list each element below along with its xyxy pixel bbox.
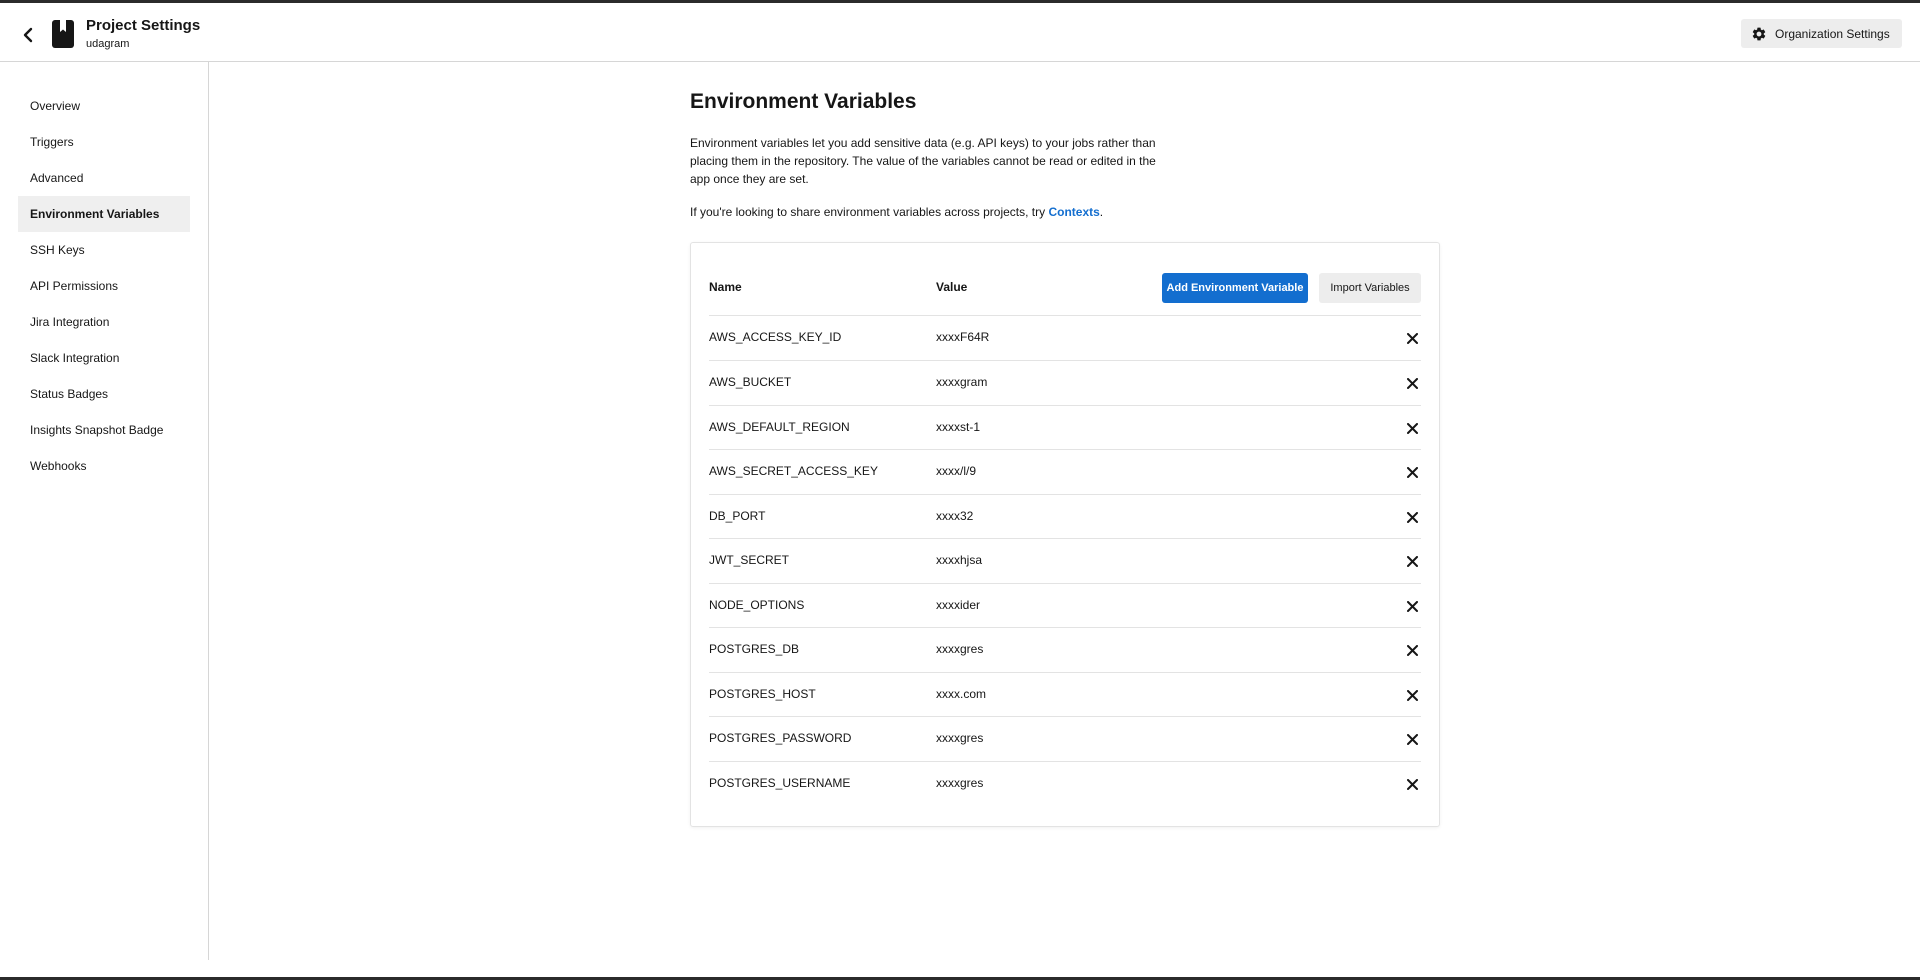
table-row: POSTGRES_HOST xxxx.com — [709, 672, 1421, 717]
chevron-left-icon — [23, 27, 33, 43]
variable-name: POSTGRES_PASSWORD — [709, 731, 852, 745]
variable-value: xxxxF64R — [936, 330, 990, 344]
variable-name: AWS_ACCESS_KEY_ID — [709, 330, 842, 344]
delete-variable-button[interactable] — [1404, 776, 1420, 792]
gear-icon — [1752, 27, 1766, 40]
table-row: AWS_ACCESS_KEY_ID xxxxF64R — [709, 315, 1421, 360]
variable-value: xxxxgres — [936, 642, 984, 656]
delete-variable-button[interactable] — [1404, 642, 1420, 658]
sidebar-item-jira-integration[interactable]: Jira Integration — [18, 304, 190, 340]
variable-name: POSTGRES_HOST — [709, 687, 816, 701]
env-vars-card: Name Value Add Environment Variable Impo… — [690, 242, 1440, 827]
page-title: Project Settings — [86, 17, 201, 34]
variable-value: xxxxhjsa — [936, 553, 983, 567]
variable-value: xxxxider — [936, 598, 981, 612]
sidebar-item-overview[interactable]: Overview — [18, 88, 190, 124]
variable-name: DB_PORT — [709, 509, 766, 523]
variable-name: POSTGRES_DB — [709, 642, 800, 656]
section-description: Environment variables let you add sensit… — [690, 136, 1156, 186]
sidebar-item-api-permissions[interactable]: API Permissions — [18, 268, 190, 304]
variable-name: JWT_SECRET — [709, 553, 790, 567]
close-icon — [1406, 644, 1418, 656]
sidebar-item-webhooks[interactable]: Webhooks — [18, 448, 190, 484]
contexts-link[interactable]: Contexts — [1048, 205, 1099, 219]
variable-name: AWS_BUCKET — [709, 375, 792, 389]
delete-variable-button[interactable] — [1404, 553, 1420, 569]
sidebar-item-triggers[interactable]: Triggers — [18, 124, 190, 160]
table-row: AWS_DEFAULT_REGION xxxxst-1 — [709, 405, 1421, 450]
variable-value: xxxxst-1 — [936, 420, 981, 434]
variable-value: xxxxgram — [936, 375, 988, 389]
table-row: NODE_OPTIONS xxxxider — [709, 583, 1421, 628]
close-icon — [1406, 733, 1418, 745]
delete-variable-button[interactable] — [1404, 509, 1420, 525]
delete-variable-button[interactable] — [1404, 330, 1420, 346]
delete-variable-button[interactable] — [1404, 464, 1420, 480]
close-icon — [1406, 422, 1418, 434]
organization-settings-button[interactable]: Organization Settings — [1741, 19, 1902, 48]
variable-name: NODE_OPTIONS — [709, 598, 805, 612]
delete-variable-button[interactable] — [1404, 420, 1420, 436]
variable-value: xxxx/l/9 — [936, 464, 977, 478]
organization-settings-label: Organization Settings — [1775, 26, 1890, 41]
section-title: Environment Variables — [690, 90, 917, 113]
variable-value: xxxx.com — [936, 687, 987, 701]
variable-value: xxxx32 — [936, 509, 974, 523]
close-icon — [1406, 466, 1418, 478]
contexts-hint-suffix: . — [1099, 205, 1104, 219]
book-icon — [52, 20, 74, 48]
sidebar-item-insights-snapshot-badge[interactable]: Insights Snapshot Badge — [18, 412, 190, 448]
variable-name: AWS_SECRET_ACCESS_KEY — [709, 464, 878, 478]
variable-name: POSTGRES_USERNAME — [709, 776, 851, 790]
variable-value: xxxxgres — [936, 776, 984, 790]
close-icon — [1406, 332, 1418, 344]
import-variables-button[interactable]: Import Variables — [1319, 273, 1421, 303]
close-icon — [1406, 377, 1418, 389]
contexts-hint-text: If you're looking to share environment v… — [690, 205, 1049, 219]
contexts-hint: If you're looking to share environment v… — [690, 205, 1103, 219]
column-header-name: Name — [709, 280, 742, 294]
sidebar-item-status-badges[interactable]: Status Badges — [18, 376, 190, 412]
back-button[interactable] — [14, 21, 42, 49]
table-row: AWS_SECRET_ACCESS_KEY xxxx/l/9 — [709, 449, 1421, 494]
table-row: POSTGRES_USERNAME xxxxgres — [709, 761, 1421, 806]
close-icon — [1406, 600, 1418, 612]
sidebar-item-advanced[interactable]: Advanced — [18, 160, 190, 196]
table-row: POSTGRES_PASSWORD xxxxgres — [709, 716, 1421, 761]
delete-variable-button[interactable] — [1404, 731, 1420, 747]
close-icon — [1406, 778, 1418, 790]
column-header-value: Value — [936, 280, 968, 294]
project-name: udagram — [86, 38, 130, 50]
sidebar-item-slack-integration[interactable]: Slack Integration — [18, 340, 190, 376]
delete-variable-button[interactable] — [1404, 687, 1420, 703]
close-icon — [1406, 511, 1418, 523]
table-row: POSTGRES_DB xxxxgres — [709, 627, 1421, 672]
table-row: AWS_BUCKET xxxxgram — [709, 360, 1421, 405]
table-row: DB_PORT xxxx32 — [709, 494, 1421, 539]
sidebar-item-environment-variables[interactable]: Environment Variables — [18, 196, 190, 232]
variable-name: AWS_DEFAULT_REGION — [709, 420, 850, 434]
delete-variable-button[interactable] — [1404, 598, 1420, 614]
add-environment-variable-button[interactable]: Add Environment Variable — [1162, 273, 1308, 303]
settings-sidebar: Overview Triggers Advanced Environment V… — [0, 62, 209, 960]
sidebar-item-ssh-keys[interactable]: SSH Keys — [18, 232, 190, 268]
app-header: Project Settings udagram Organization Se… — [0, 3, 1920, 62]
variable-value: xxxxgres — [936, 731, 984, 745]
delete-variable-button[interactable] — [1404, 375, 1420, 391]
close-icon — [1406, 555, 1418, 567]
table-row: JWT_SECRET xxxxhjsa — [709, 538, 1421, 583]
close-icon — [1406, 689, 1418, 701]
